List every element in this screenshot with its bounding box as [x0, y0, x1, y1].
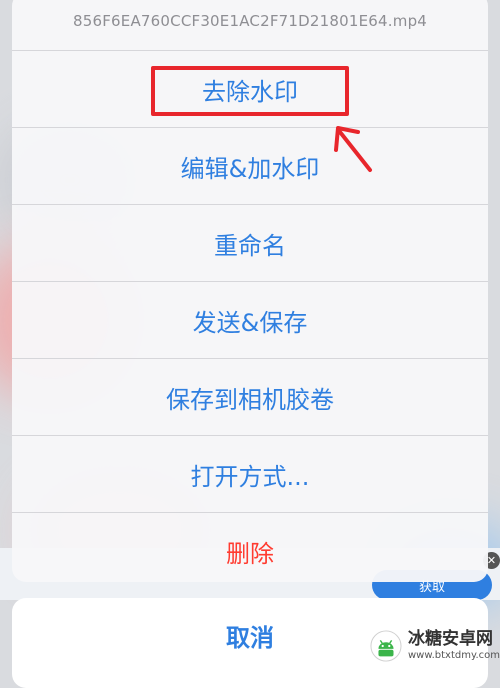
watermark-url: www.btxtdmy.com: [407, 650, 500, 661]
sheet-title-filename: 856F6EA760CCF30E1AC2F71D21801E64.mp4: [12, 0, 488, 51]
watermark-text: 冰糖安卓网 www.btxtdmy.com: [408, 631, 500, 661]
action-edit-add-watermark[interactable]: 编辑&加水印: [12, 128, 488, 205]
action-save-to-camera-roll[interactable]: 保存到相机胶卷: [12, 359, 488, 436]
action-delete[interactable]: 删除: [12, 513, 488, 582]
watermark-name: 冰糖安卓网: [407, 629, 493, 649]
action-open-with[interactable]: 打开方式...: [12, 436, 488, 513]
action-sheet: 856F6EA760CCF30E1AC2F71D21801E64.mp4 去除水…: [12, 0, 488, 582]
action-send-save[interactable]: 发送&保存: [12, 282, 488, 359]
action-rename[interactable]: 重命名: [12, 205, 488, 282]
site-watermark: 冰糖安卓网 www.btxtdmy.com: [370, 622, 500, 670]
action-remove-watermark[interactable]: 去除水印: [12, 51, 488, 128]
android-robot-icon: [370, 630, 402, 662]
